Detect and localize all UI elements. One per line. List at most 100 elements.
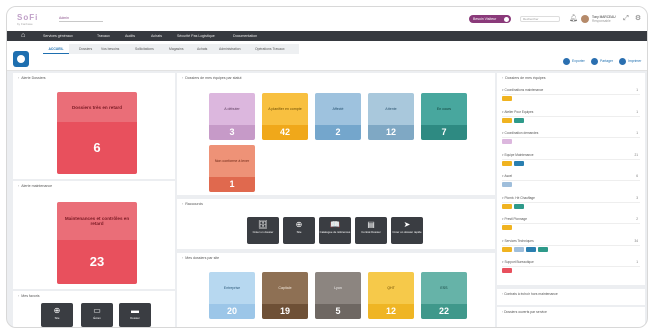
team-group[interactable]: Coordinations maintenance 1 [502,88,640,108]
tab-accueil[interactable]: ACCUEIL [43,44,69,54]
shortcut-label: Créer un dossier rapide [392,230,422,234]
nav-services-generaux[interactable]: Services généraux [43,31,73,41]
tab-operations-travaux[interactable]: Opérations Travaux [255,44,285,54]
status-tile-label: A débuter [209,93,255,125]
panel-title[interactable]: Dossiers de mes équipes par statut [182,76,241,81]
tab-magasins[interactable]: Magasins [169,44,184,54]
site-tile-count: 12 [368,304,414,319]
panel-title[interactable]: Alerte maintenance [18,184,52,189]
team-group[interactable]: Atelier Pour Equipes 1 [502,110,640,130]
sub-nav: ACCUEIL Dossiers Vos besoins Sollicitati… [7,41,647,71]
team-group[interactable]: Prestl Pionnage 2 [502,217,640,237]
create-dossier-shortcut[interactable]: 🗄 Créer un dossier [247,217,279,244]
tab-achats[interactable]: Achats [197,44,207,54]
panel-title[interactable]: Mes favoris [18,294,39,299]
status-pill[interactable] [502,160,512,166]
late-maintenance-card[interactable]: Maintenances et contrôles en retard 23 [57,202,137,284]
tab-administration[interactable]: Administration [219,44,240,54]
status-tile-label: Affecté [315,93,361,125]
top-bar: SoFi by Fanbase Admin Besoin Visiteur Re… [7,7,647,31]
status-pill[interactable] [514,246,524,252]
share-button[interactable]: Partager [591,57,613,65]
status-pill[interactable] [514,203,524,209]
quick-dossier-shortcut[interactable]: ➤ Créer un dossier rapide [391,217,423,244]
late-dossiers-card[interactable]: Dossiers très en retard 6 [57,92,137,174]
search-input[interactable]: Rechercher [520,16,560,22]
status-pill[interactable] [502,139,512,144]
site-tile[interactable]: Capitale 19 [262,272,308,319]
nav-audits[interactable]: Audits [125,31,135,41]
nav-documentation[interactable]: Documentation [233,31,257,41]
panel-title[interactable]: Contrats à échoir hors maintenance [502,292,558,296]
site-tile-count: 5 [315,304,361,319]
panel-title[interactable]: Dossiers de mes équipes [502,76,545,81]
status-pill[interactable] [502,268,512,273]
panel-title[interactable]: Raccourcis [182,202,203,207]
send-icon: ➤ [403,220,411,229]
nav-securite[interactable]: Sécurité Pas Logistique [177,31,215,41]
panel-title[interactable]: Alerte Dossiers [18,76,45,81]
nav-travaux[interactable]: Travaux [97,31,110,41]
team-group[interactable]: Coordination demandes 1 [502,131,640,151]
home-icon[interactable]: ⌂ [21,32,25,40]
tab-sollicitations[interactable]: Sollicitations [135,44,154,54]
divider [502,266,640,267]
avatar[interactable] [581,15,589,23]
status-tile[interactable]: A planifier en compte 42 [262,93,308,140]
site-tile[interactable]: QHT 12 [368,272,414,319]
barcode-icon: ▤ [367,220,375,229]
print-button[interactable]: Imprimer [619,57,641,65]
globe-icon[interactable] [13,51,29,67]
fav-dossier-button[interactable]: ▬ Dossier [119,303,151,327]
team-group[interactable]: Services Techniques 34 [502,239,640,259]
team-group[interactable]: Equipe Maintenance 21 [502,153,640,173]
status-pill[interactable] [502,203,512,209]
app-logo[interactable]: SoFi by Fanbase [17,13,38,26]
team-group-count: 2 [636,217,638,221]
catalogue-shortcut[interactable]: 📖 Catalogue de références [319,217,351,244]
site-tile-count: 19 [262,304,308,319]
status-pill[interactable] [502,117,512,123]
bell-icon[interactable]: 🔔︎ [569,15,578,23]
status-pill[interactable] [538,246,548,252]
site-tile[interactable]: ESS 22 [421,272,467,319]
comment-icon: ▬ [131,306,139,315]
fav-site-button[interactable]: ⊕ Site [41,303,73,327]
status-tile[interactable]: Attente 12 [368,93,414,140]
status-pill[interactable] [502,96,512,101]
contrat-shortcut[interactable]: ▤ Contrat Dossier [355,217,387,244]
site-shortcut[interactable]: ⊕ Site [283,217,315,244]
status-tile[interactable]: En cours 7 [421,93,467,140]
export-label: Exporter [572,59,585,63]
status-pill[interactable] [502,225,512,230]
status-pill[interactable] [502,182,512,187]
status-tile[interactable]: Affecté 2 [315,93,361,140]
tab-vos-besoins[interactable]: Vos besoins [101,44,119,54]
team-group[interactable]: Ascel 6 [502,174,640,194]
status-pill[interactable] [526,246,536,252]
status-pill[interactable] [502,246,512,252]
user-menu[interactable]: Tony MARCEAU Responsable [592,15,616,23]
status-tile[interactable]: A débuter 3 [209,93,255,140]
gear-icon[interactable]: ⚙ [634,15,642,23]
panel-title[interactable]: Mes dossiers par site [182,256,219,261]
status-pill[interactable] [514,117,524,123]
status-tile[interactable]: Non conforme à lever 1 [209,145,255,192]
team-group[interactable]: Support Bureautique 1 [502,260,640,280]
team-group-label: Services Techniques [502,239,534,243]
site-tile[interactable]: Lyon 5 [315,272,361,319]
tenant-select[interactable]: Admin [59,16,103,22]
fav-ecran-button[interactable]: ▭ Écran [81,303,113,327]
divider [502,223,640,224]
tab-dossiers[interactable]: Dossiers [79,44,92,54]
status-pill[interactable] [514,160,524,166]
expand-icon[interactable]: ⤢ [622,15,630,23]
divider [502,94,640,95]
export-button[interactable]: Exporter [563,57,585,65]
team-group[interactable]: Plomb. Hé Chauffage 3 [502,196,640,216]
besoin-visiteur-button[interactable]: Besoin Visiteur [469,15,511,23]
site-tile[interactable]: Entreprise 20 [209,272,255,319]
nav-achats[interactable]: Achats [151,31,162,41]
panel-title[interactable]: Dossiers ouverts par service [502,310,547,314]
site-tile-label: Capitale [262,272,308,304]
